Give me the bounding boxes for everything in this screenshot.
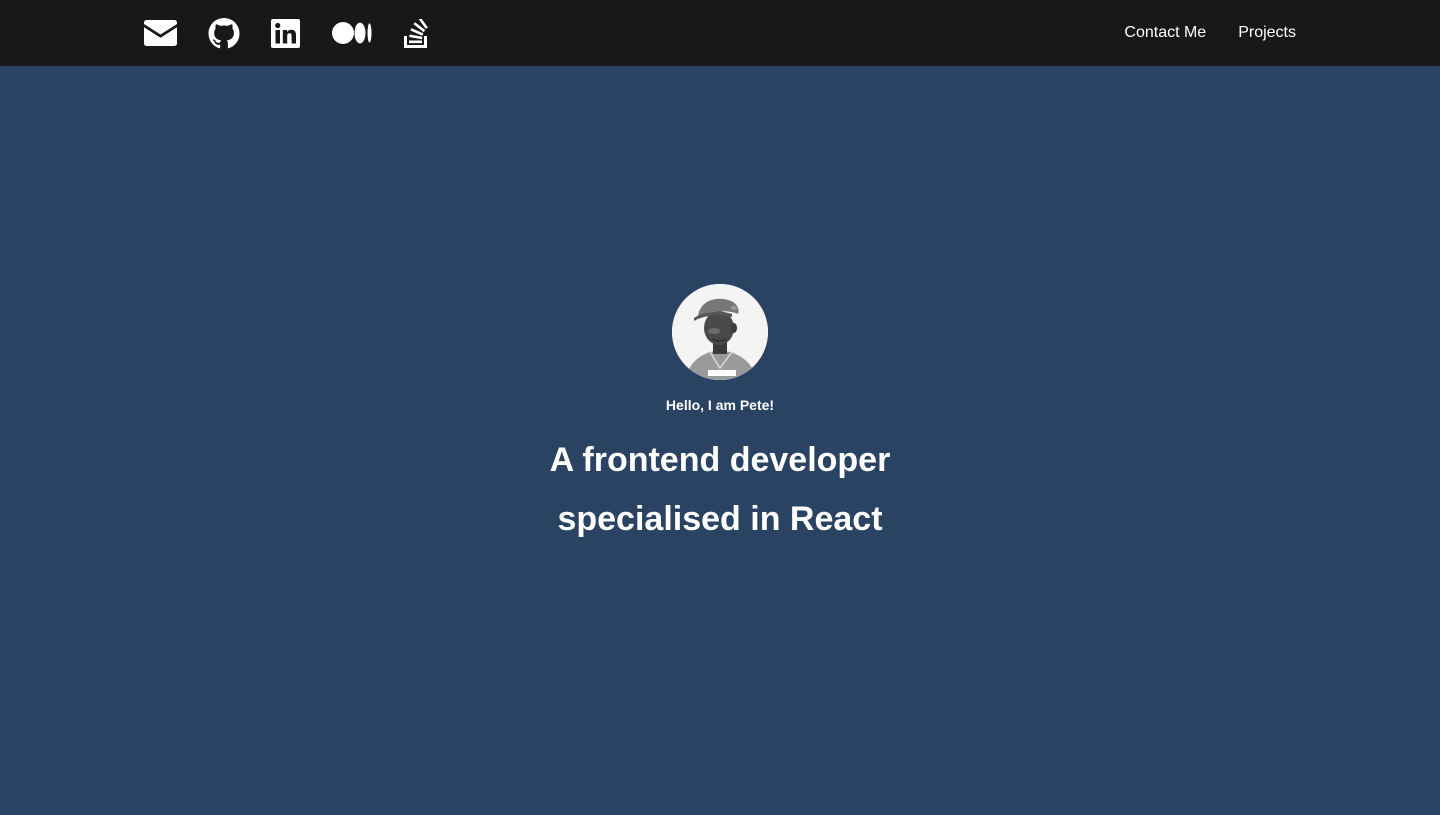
profile-photo — [672, 284, 768, 380]
page: Contact Me Projects Hello, I am Pete! A … — [0, 0, 1440, 815]
linkedin-link[interactable] — [271, 16, 300, 50]
headline-line-2: specialised in React — [557, 500, 883, 538]
envelope-icon — [144, 20, 177, 46]
contact-me-link[interactable]: Contact Me — [1124, 24, 1206, 42]
medium-link[interactable] — [332, 16, 372, 50]
github-link[interactable] — [208, 16, 240, 50]
email-link[interactable] — [144, 16, 177, 50]
hero-section: Hello, I am Pete! A frontend developer s… — [0, 66, 1440, 815]
linkedin-icon — [271, 18, 300, 48]
projects-link[interactable]: Projects — [1238, 24, 1296, 42]
stack-overflow-link[interactable] — [404, 16, 429, 50]
top-navbar: Contact Me Projects — [0, 0, 1440, 66]
headline: A frontend developer specialised in Reac… — [550, 431, 891, 549]
medium-icon — [332, 22, 372, 44]
section-links: Contact Me Projects — [1124, 0, 1296, 66]
social-links — [144, 16, 429, 50]
avatar — [672, 284, 768, 380]
headline-line-1: A frontend developer — [549, 441, 891, 479]
greeting-text: Hello, I am Pete! — [665, 397, 775, 413]
stack-overflow-icon — [404, 18, 428, 48]
github-icon — [208, 17, 240, 48]
